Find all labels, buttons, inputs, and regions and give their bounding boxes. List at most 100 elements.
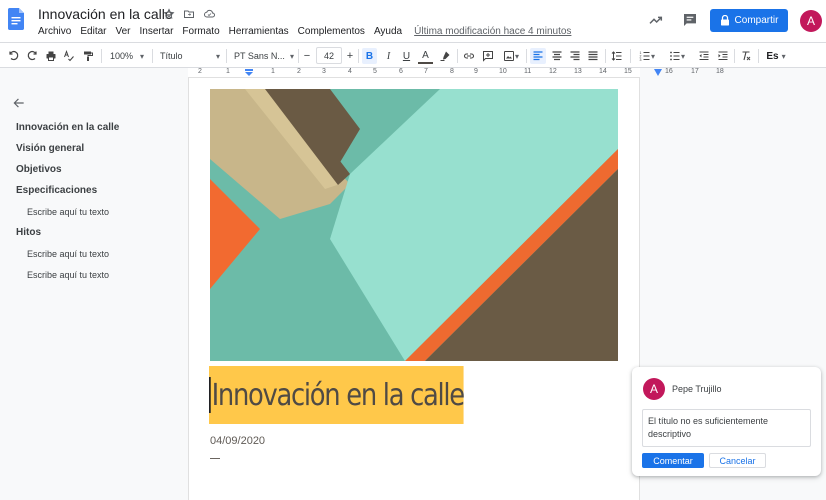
align-right-icon[interactable]: [567, 48, 583, 64]
outline-item[interactable]: Visión general: [16, 143, 84, 154]
paragraph-style-select[interactable]: Título: [156, 48, 222, 64]
menu-formato[interactable]: Formato: [182, 26, 219, 37]
cancel-comment-button[interactable]: Cancelar: [709, 453, 766, 468]
toolbar-divider: [226, 49, 227, 63]
ruler-number: 7: [424, 68, 428, 75]
italic-button[interactable]: I: [381, 48, 396, 64]
font-select[interactable]: PT Sans N...: [230, 48, 296, 64]
toolbar-divider: [526, 49, 527, 63]
toolbar-divider: [152, 49, 153, 63]
menu-archivo[interactable]: Archivo: [38, 26, 71, 37]
comment-author-name: Pepe Trujillo: [672, 384, 722, 394]
undo-icon[interactable]: [6, 48, 22, 64]
ruler-number: 3: [322, 68, 326, 75]
comment-card[interactable]: A Pepe Trujillo El título no es suficien…: [632, 367, 821, 476]
text-color-button[interactable]: A: [418, 48, 433, 64]
move-folder-icon[interactable]: [182, 7, 196, 21]
ruler-number: 14: [599, 68, 607, 75]
ruler-number: 2: [297, 68, 301, 75]
last-modified-link[interactable]: Última modificación hace 4 minutos: [414, 26, 571, 37]
paint-format-icon[interactable]: [80, 48, 96, 64]
ruler-number: 6: [399, 68, 403, 75]
activity-dashboard-icon[interactable]: [648, 12, 664, 28]
header-image[interactable]: [210, 89, 618, 361]
outline-item[interactable]: Innovación en la calle: [16, 122, 119, 133]
font-size-input[interactable]: 42: [316, 47, 342, 64]
ruler-number: 8: [450, 68, 454, 75]
spellcheck-icon[interactable]: [61, 48, 77, 64]
highlight-icon[interactable]: [437, 48, 453, 64]
ruler-track[interactable]: 2 1 1 2 3 4 5 6 7 8 9 10 11 12 13 14 15: [188, 68, 662, 78]
justify-icon[interactable]: [585, 48, 601, 64]
submit-comment-button[interactable]: Comentar: [642, 453, 704, 468]
menu-ver[interactable]: Ver: [115, 26, 130, 37]
star-icon[interactable]: [162, 7, 176, 21]
outline-subitem[interactable]: Escribe aquí tu texto: [27, 270, 109, 280]
line-spacing-icon[interactable]: [609, 48, 625, 64]
menu-herramientas[interactable]: Herramientas: [229, 26, 289, 37]
numbered-list-icon[interactable]: 123 ▾: [634, 48, 660, 64]
close-outline-arrow-icon[interactable]: [12, 96, 26, 110]
chevron-down-icon: ▾: [514, 51, 519, 61]
increase-indent-icon[interactable]: [715, 48, 731, 64]
toolbar-divider: [457, 49, 458, 63]
print-icon[interactable]: [43, 48, 59, 64]
formatting-toolbar: 100% Título PT Sans N... − 42 + B I U A …: [0, 42, 826, 68]
account-avatar[interactable]: A: [800, 10, 822, 32]
outline-item[interactable]: Objetivos: [16, 164, 62, 175]
ruler-number: 18: [716, 68, 724, 75]
toolbar-divider: [630, 49, 631, 63]
image-icon[interactable]: ▾: [499, 48, 523, 64]
clear-format-icon[interactable]: [738, 48, 754, 64]
lock-icon: [720, 15, 729, 26]
ruler-number: 9: [474, 68, 478, 75]
align-left-icon[interactable]: [530, 48, 546, 64]
bulleted-list-icon[interactable]: ▾: [664, 48, 690, 64]
underline-button[interactable]: U: [399, 48, 414, 64]
toolbar-divider: [734, 49, 735, 63]
input-tools-button[interactable]: Es ▾: [762, 48, 790, 64]
ruler-number: 2: [198, 68, 202, 75]
outline-subitem[interactable]: Escribe aquí tu texto: [27, 249, 109, 259]
text-cursor: [209, 377, 211, 413]
indent-marker-icon[interactable]: [245, 69, 253, 76]
comment-author-avatar: A: [643, 378, 665, 400]
outline-item[interactable]: Hitos: [16, 227, 41, 238]
outline-item[interactable]: Especificaciones: [16, 185, 97, 196]
toolbar-divider: [358, 49, 359, 63]
title-actions: [162, 7, 216, 21]
ruler-number: 13: [574, 68, 582, 75]
redo-icon[interactable]: [24, 48, 40, 64]
document-title[interactable]: Innovación en la calle: [38, 6, 173, 22]
menu-editar[interactable]: Editar: [80, 26, 106, 37]
menu-insertar[interactable]: Insertar: [140, 26, 174, 37]
toolbar-divider: [605, 49, 606, 63]
comment-history-icon[interactable]: [682, 12, 698, 28]
ruler-number: 1: [271, 68, 275, 75]
menu-complementos[interactable]: Complementos: [298, 26, 365, 37]
ruler-number: 10: [499, 68, 507, 75]
link-icon[interactable]: [461, 48, 477, 64]
document-heading[interactable]: Innovación en la calle: [209, 366, 466, 424]
menu-ayuda[interactable]: Ayuda: [374, 26, 402, 37]
increase-font-size-button[interactable]: +: [344, 48, 356, 64]
document-page[interactable]: Innovación en la calle 04/09/2020: [188, 78, 640, 500]
align-center-icon[interactable]: [549, 48, 565, 64]
decrease-indent-icon[interactable]: [696, 48, 712, 64]
share-button[interactable]: Compartir: [710, 9, 788, 32]
outline-subitem[interactable]: Escribe aquí tu texto: [27, 207, 109, 217]
cloud-saved-icon[interactable]: [202, 7, 216, 21]
document-date[interactable]: 04/09/2020: [210, 435, 265, 447]
zoom-select[interactable]: 100%: [106, 48, 146, 64]
decrease-font-size-button[interactable]: −: [301, 48, 313, 64]
right-indent-marker-icon[interactable]: [654, 69, 662, 76]
document-heading-text: Innovación en la calle: [211, 377, 466, 413]
add-comment-icon[interactable]: [480, 48, 496, 64]
paragraph-style-value: Título: [160, 51, 183, 61]
toolbar-divider: [101, 49, 102, 63]
docs-logo-icon[interactable]: [8, 8, 24, 30]
comment-input[interactable]: El título no es suficientemente descript…: [642, 409, 811, 447]
menu-bar: Archivo Editar Ver Insertar Formato Herr…: [38, 26, 580, 37]
ruler-number: 16: [665, 68, 673, 75]
bold-button[interactable]: B: [362, 48, 377, 64]
